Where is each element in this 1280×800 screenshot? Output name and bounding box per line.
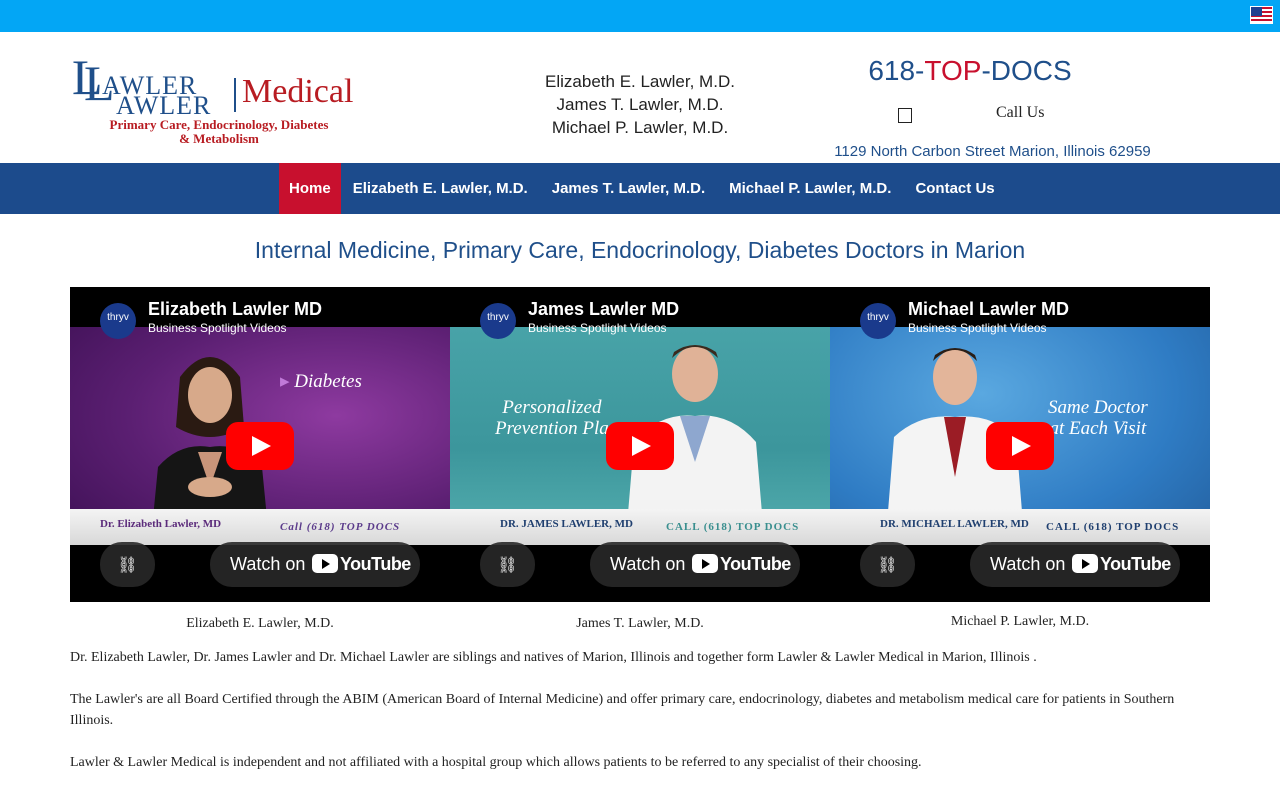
nav-item-elizabeth[interactable]: Elizabeth E. Lawler, M.D. (341, 163, 540, 214)
video-subtitle: Business Spotlight Videos (148, 321, 287, 335)
logo-tagline-1: Primary Care, Endocrinology, Diabetes (109, 117, 329, 132)
us-flag-icon[interactable] (1250, 6, 1273, 24)
video-lower-band: DR. MICHAEL LAWLER, MD CALL (618) TOP DO… (830, 509, 1210, 545)
video-embed-james[interactable]: Personalized Prevention Pla thryv James L… (450, 287, 830, 602)
video-overlay-text: Personalized Prevention Pla (495, 397, 609, 439)
nav-item-james[interactable]: James T. Lawler, M.D. (540, 163, 717, 214)
video-lower-band: DR. JAMES LAWLER, MD CALL (618) TOP DOCS (450, 509, 830, 545)
video-caption: Elizabeth E. Lawler, M.D. (186, 616, 334, 631)
page-headline: Internal Medicine, Primary Care, Endocri… (254, 237, 1026, 263)
call-us-link[interactable]: Call Us (996, 103, 1044, 123)
logo-monogram: L L AWLER AWLER (72, 49, 212, 120)
video-embed-elizabeth[interactable]: ▸ Diabetes thryv Elizabeth Lawler MD Bus… (70, 287, 450, 602)
video-caption: Michael P. Lawler, M.D. (950, 614, 1090, 629)
phone-number[interactable]: 618-TOP-DOCS (840, 54, 1100, 88)
channel-avatar[interactable]: thryv (860, 303, 896, 339)
play-button[interactable] (986, 422, 1054, 470)
channel-avatar[interactable]: thryv (480, 303, 516, 339)
watch-on-youtube-button[interactable]: Watch on YouTube (590, 542, 800, 587)
watch-on-youtube-button[interactable]: Watch on YouTube (210, 542, 420, 587)
video-embed-michael[interactable]: Same Doctor at Each Visit thryv Michael L… (830, 287, 1210, 602)
logo-tagline-2: & Metabolism (179, 131, 259, 146)
video-subtitle: Business Spotlight Videos (908, 321, 1047, 335)
intro-paragraph: Dr. Elizabeth Lawler, Dr. James Lawler a… (70, 650, 1037, 665)
nav-item-home[interactable]: Home (279, 163, 341, 214)
header-doctor-name: Michael P. Lawler, M.D. (551, 118, 729, 137)
site-header: L L AWLER AWLER Medical Primary Care, En… (0, 32, 1280, 163)
video-title[interactable]: Michael Lawler MD (908, 299, 1069, 319)
address-text: 1129 North Carbon Street Marion, Illinoi… (834, 143, 1151, 160)
play-button[interactable] (226, 422, 294, 470)
header-doctor-name: Elizabeth E. Lawler, M.D. (545, 72, 735, 91)
phone-icon[interactable] (898, 108, 912, 123)
youtube-logo-icon (1072, 554, 1098, 573)
nav-item-contact[interactable]: Contact Us (903, 163, 1006, 214)
video-subtitle: Business Spotlight Videos (528, 321, 667, 335)
channel-avatar[interactable]: thryv (100, 303, 136, 339)
video-row: ▸ Diabetes thryv Elizabeth Lawler MD Bus… (70, 287, 1210, 602)
video-title[interactable]: Elizabeth Lawler MD (148, 299, 322, 319)
logo-divider (234, 78, 236, 112)
video-overlay-text: Same Doctor at Each Visit (1048, 397, 1148, 439)
top-bar (0, 0, 1280, 32)
main-nav: Home Elizabeth E. Lawler, M.D. James T. … (0, 163, 1280, 214)
video-caption: James T. Lawler, M.D. (576, 616, 704, 631)
video-title[interactable]: James Lawler MD (528, 299, 679, 319)
header-doctor-name: James T. Lawler, M.D. (556, 95, 724, 114)
nav-item-michael[interactable]: Michael P. Lawler, M.D. (717, 163, 903, 214)
youtube-logo-icon (312, 554, 338, 573)
header-doctor-names: Elizabeth E. Lawler, M.D. James T. Lawle… (530, 70, 750, 139)
certification-paragraph: The Lawler's are all Board Certified thr… (70, 692, 1175, 728)
copy-link-icon[interactable]: ⛓ (480, 542, 535, 587)
site-logo[interactable]: L L AWLER AWLER Medical Primary Care, En… (70, 52, 370, 152)
copy-link-icon[interactable]: ⛓ (860, 542, 915, 587)
youtube-logo-icon (692, 554, 718, 573)
logo-medical-word: Medical (242, 73, 354, 110)
independence-paragraph: Lawler & Lawler Medical is independent a… (70, 755, 922, 770)
video-overlay-text: ▸ Diabetes (280, 371, 362, 392)
watch-on-youtube-button[interactable]: Watch on YouTube (970, 542, 1180, 587)
video-lower-band: Dr. Elizabeth Lawler, MD Call (618) TOP … (70, 509, 450, 545)
play-button[interactable] (606, 422, 674, 470)
logo-line-2: AWLER (116, 91, 212, 120)
copy-link-icon[interactable]: ⛓ (100, 542, 155, 587)
